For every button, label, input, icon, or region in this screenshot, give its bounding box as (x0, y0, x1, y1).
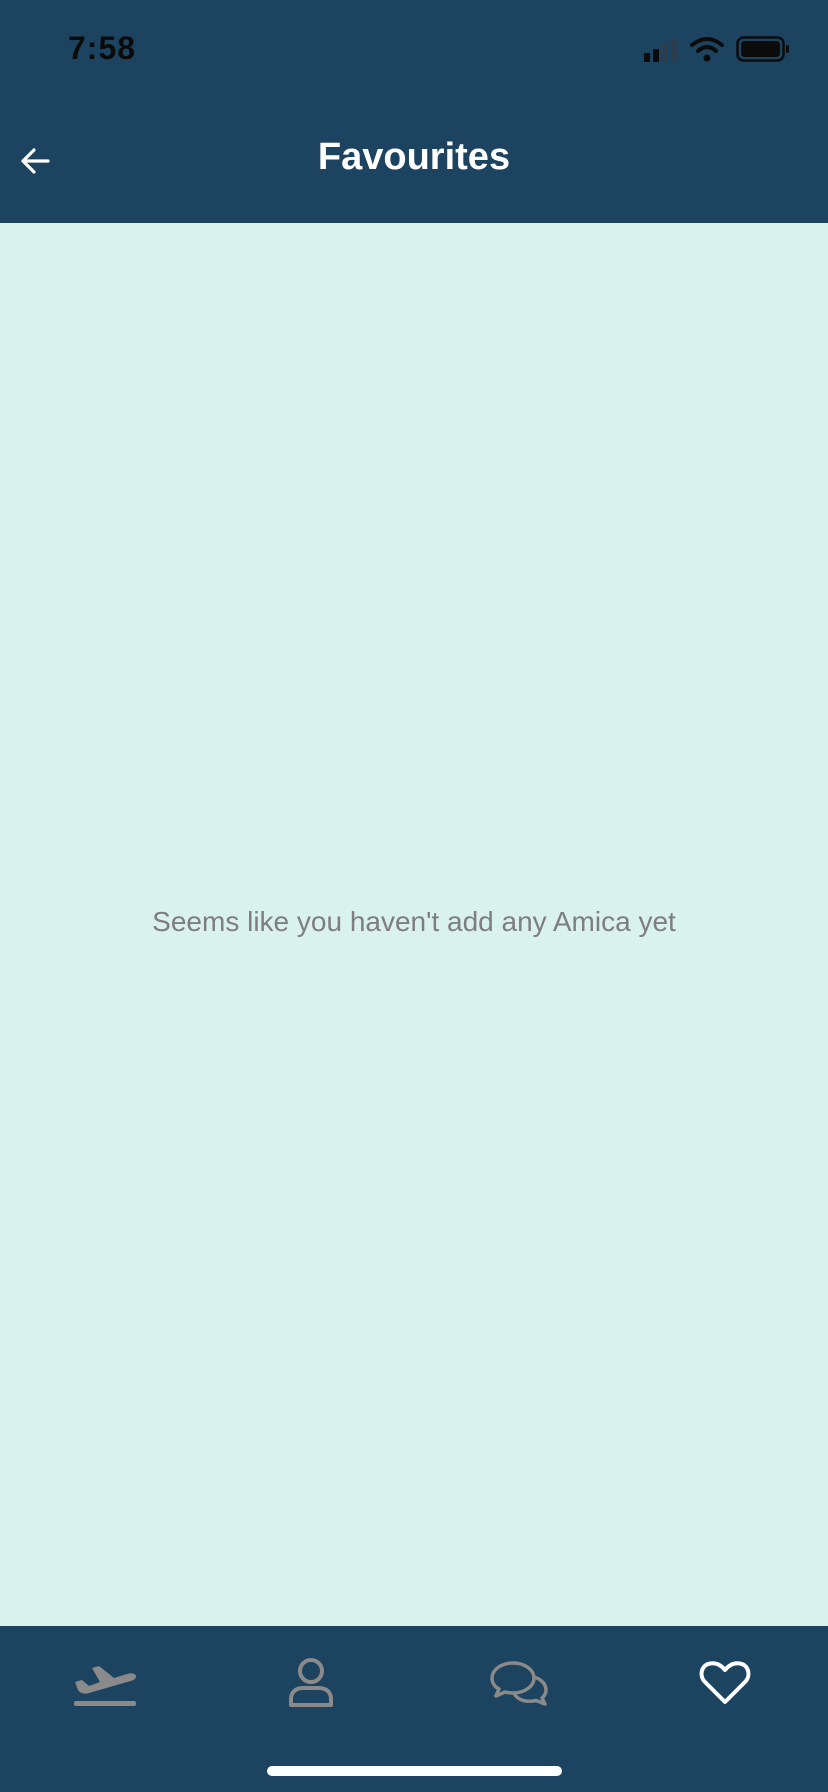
status-time: 7:58 (68, 30, 137, 66)
favourites-content: Seems like you haven't add any Amica yet (0, 223, 828, 1626)
chat-bubbles-icon (490, 1661, 548, 1706)
tab-chat[interactable] (474, 1648, 564, 1718)
page-title: Favourites (317, 136, 511, 178)
top-bar: 7:58 Favourites (0, 0, 828, 223)
favourites-screen: 7:58 Favourites Seems like you haven't a… (0, 0, 828, 1792)
user-icon (289, 1658, 333, 1707)
wifi-icon (690, 37, 724, 62)
battery-icon (736, 36, 789, 62)
status-icons (644, 34, 794, 66)
airplane-takeoff-icon (74, 1666, 136, 1706)
tab-profile[interactable] (266, 1648, 356, 1718)
tab-favourites[interactable] (680, 1648, 770, 1718)
heart-icon (699, 1661, 751, 1704)
empty-state-message: Seems like you haven't add any Amica yet (152, 906, 676, 937)
tab-flights[interactable] (60, 1648, 150, 1718)
cellular-signal-icon (644, 39, 677, 62)
home-indicator[interactable] (267, 1766, 562, 1776)
